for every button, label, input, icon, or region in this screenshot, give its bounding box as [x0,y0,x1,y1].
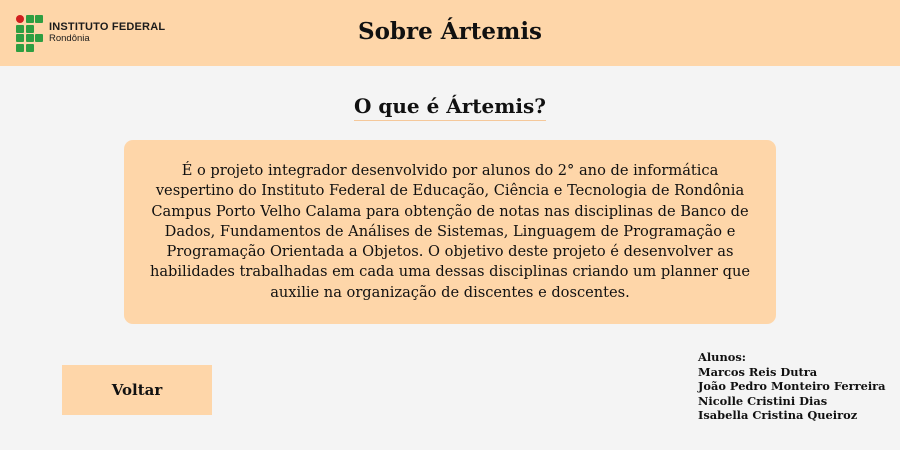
section-heading: O que é Ártemis? [0,94,900,121]
student-name: Nicolle Cristini Dias [698,393,828,408]
section-heading-text: O que é Ártemis? [353,94,547,121]
about-card: É o projeto integrador desenvolvido por … [124,140,776,324]
top-header: INSTITUTO FEDERAL Rondônia Sobre Ártemis [0,0,900,66]
student-name: João Pedro Monteiro Ferreira [698,379,886,393]
students-label: Alunos: [698,350,746,364]
about-description: É o projeto integrador desenvolvido por … [149,161,751,301]
back-button[interactable]: Voltar [62,365,212,415]
page-title: Sobre Ártemis [357,18,543,45]
students-list: Alunos: Marcos Reis Dutra João Pedro Mon… [698,350,893,423]
student-name: Marcos Reis Dutra [698,364,818,379]
student-name: Isabella Cristina Queiroz [698,408,858,422]
